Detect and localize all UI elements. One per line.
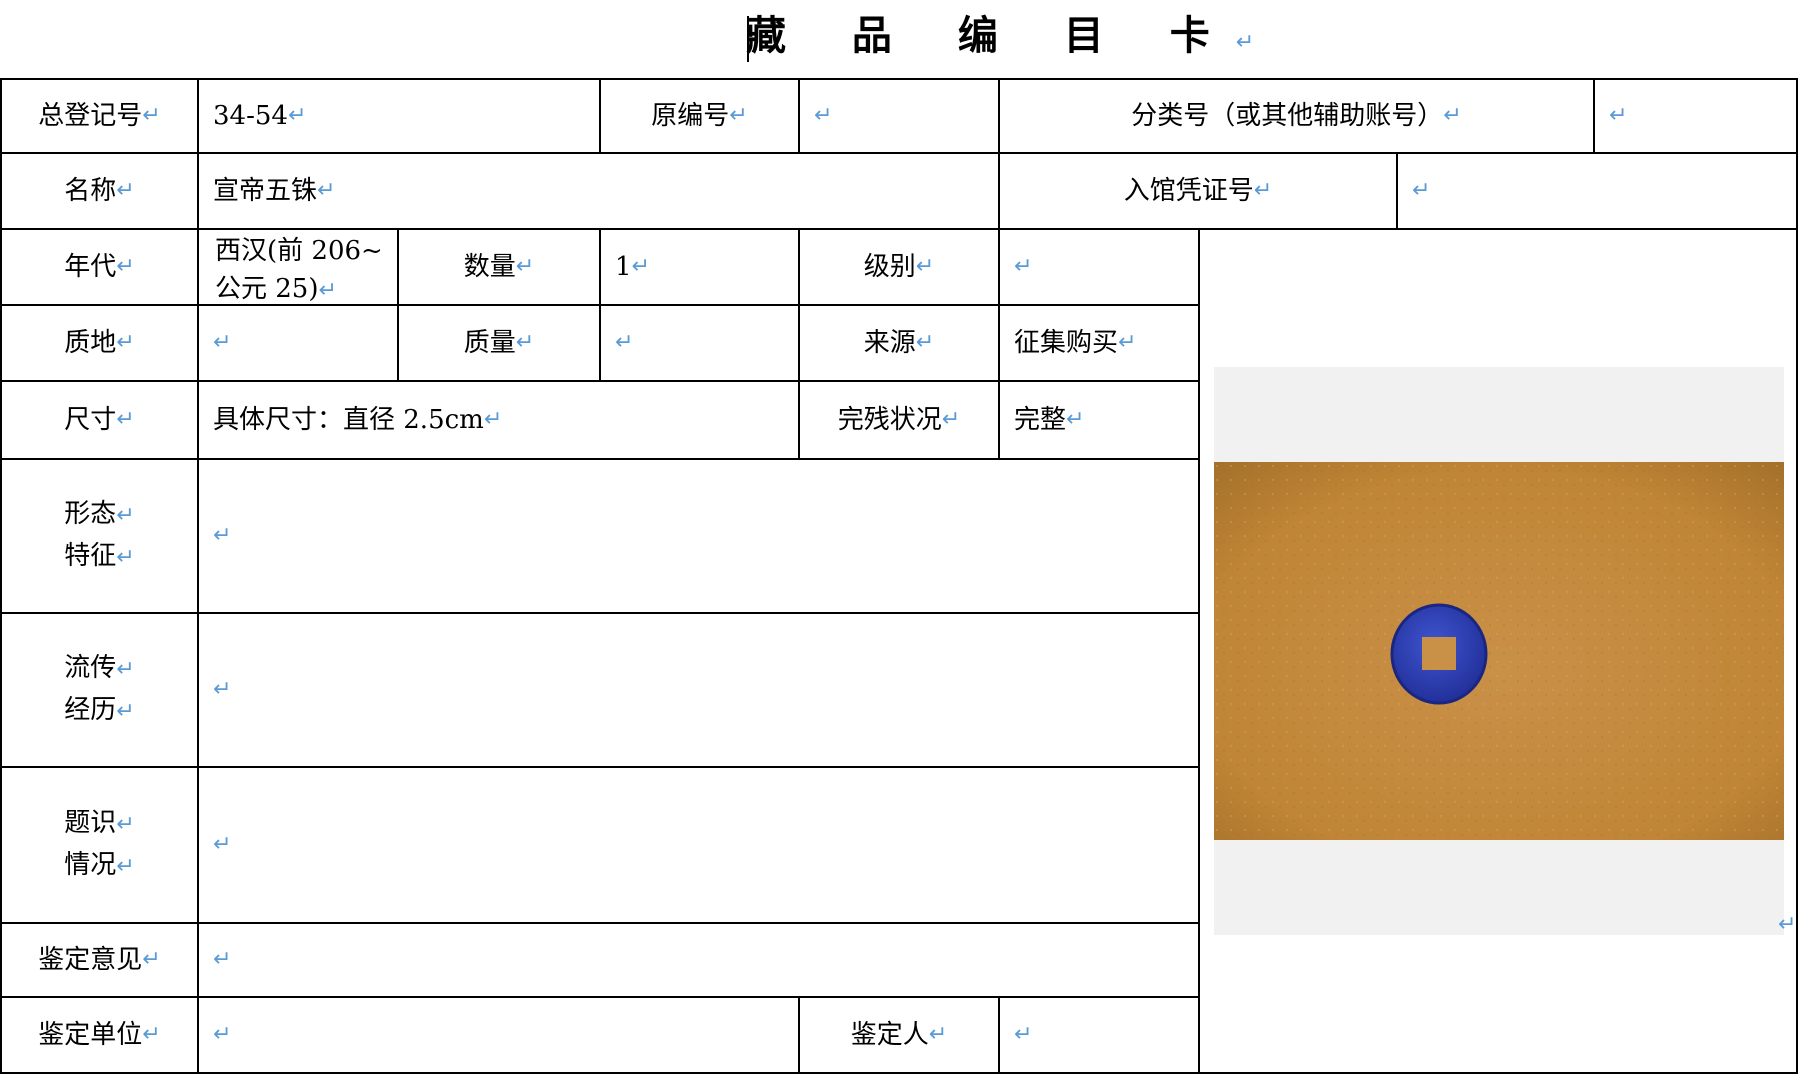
appraiser-value[interactable]: ↵ — [998, 996, 1200, 1074]
name-value[interactable]: 宣帝五铢 ↵ — [197, 152, 1000, 230]
qty-label: 数量 ↵ — [397, 228, 601, 306]
weight-value[interactable]: ↵ — [599, 304, 800, 382]
qty-value[interactable]: 1 ↵ — [599, 228, 800, 306]
material-label: 质地 ↵ — [0, 304, 199, 382]
opinion-value[interactable]: ↵ — [197, 922, 1200, 998]
reg-no-label: 总登记号 ↵ — [0, 78, 199, 154]
grade-value[interactable]: ↵ — [998, 228, 1200, 306]
appraiser-label: 鉴定人 ↵ — [798, 996, 1000, 1074]
voucher-label: 入馆凭证号 ↵ — [998, 152, 1398, 230]
condition-label: 完残状况 ↵ — [798, 380, 1000, 460]
source-label: 来源 ↵ — [798, 304, 1000, 382]
size-value[interactable]: 具体尺寸：直径 2.5cm ↵ — [197, 380, 800, 460]
condition-value[interactable]: 完整 ↵ — [998, 380, 1200, 460]
inscription-label: 题识↵ 情况↵ — [0, 766, 199, 924]
orig-no-value[interactable]: ↵ — [798, 78, 1000, 154]
unit-label: 鉴定单位 ↵ — [0, 996, 199, 1074]
inscription-value[interactable]: ↵ — [197, 766, 1200, 924]
name-label: 名称 ↵ — [0, 152, 199, 230]
cloth-texture — [1214, 462, 1784, 840]
voucher-value[interactable]: ↵ — [1396, 152, 1798, 230]
opinion-label: 鉴定意见 ↵ — [0, 922, 199, 998]
card-title: 藏 品 编 目 卡↵ — [746, 8, 1254, 64]
era-label: 年代 ↵ — [0, 228, 199, 306]
grade-label: 级别 ↵ — [798, 228, 1000, 306]
history-value[interactable]: ↵ — [197, 612, 1200, 768]
coin-photo[interactable] — [1214, 462, 1784, 840]
shape-label: 形态↵ 特征↵ — [0, 458, 199, 614]
shape-value[interactable]: ↵ — [197, 458, 1200, 614]
source-value[interactable]: 征集购买 ↵ — [998, 304, 1200, 382]
reg-no-value[interactable]: 34-54 ↵ — [197, 78, 601, 154]
weight-label: 质量 ↵ — [397, 304, 601, 382]
history-label: 流传↵ 经历↵ — [0, 612, 199, 768]
era-value[interactable]: 西汉(前 206~公元 25)↵ — [197, 228, 399, 306]
material-value[interactable]: ↵ — [197, 304, 399, 382]
orig-no-label: 原编号 ↵ — [599, 78, 800, 154]
edge-paragraph-mark: ↵ — [1778, 912, 1797, 937]
unit-value[interactable]: ↵ — [197, 996, 800, 1074]
coin-square-hole — [1422, 637, 1456, 670]
class-no-value[interactable]: ↵ — [1593, 78, 1798, 154]
class-no-label: 分类号（或其他辅助账号） ↵ — [998, 78, 1595, 154]
size-label: 尺寸 ↵ — [0, 380, 199, 460]
text-cursor — [747, 16, 749, 62]
